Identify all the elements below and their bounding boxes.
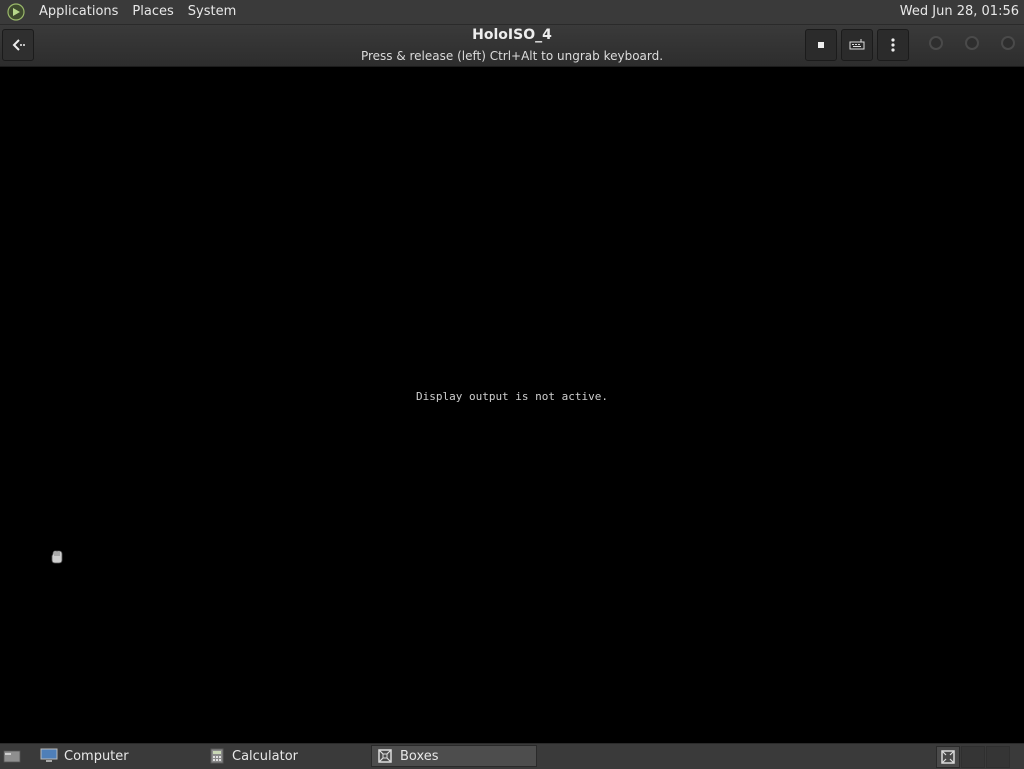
clock[interactable]: Wed Jun 28, 01:56 xyxy=(900,0,1019,24)
window-headerbar: HoloISO_4 Press & release (left) Ctrl+Al… xyxy=(0,25,1024,67)
keyboard-icon xyxy=(849,39,865,50)
keyboard-button[interactable] xyxy=(841,29,873,61)
minimize-button[interactable] xyxy=(929,36,943,50)
show-desktop-button[interactable] xyxy=(2,747,22,765)
bottom-panel: Computer Calculator Boxes xyxy=(0,743,1024,769)
stop-icon xyxy=(818,42,824,48)
taskbar-item-label: Computer xyxy=(64,748,129,764)
workspace-switcher-2[interactable] xyxy=(961,746,985,768)
menu-applications[interactable]: Applications xyxy=(32,0,125,24)
vm-status-message: Display output is not active. xyxy=(415,390,609,403)
taskbar-item-calculator[interactable]: Calculator xyxy=(204,745,370,767)
close-button[interactable] xyxy=(1001,36,1015,50)
maximize-button[interactable] xyxy=(965,36,979,50)
boxes-icon xyxy=(376,748,394,764)
taskbar-item-computer[interactable]: Computer xyxy=(36,745,202,767)
grab-cursor-icon xyxy=(51,550,63,564)
computer-icon xyxy=(40,748,58,764)
vm-display[interactable]: Display output is not active. xyxy=(0,67,1024,743)
taskbar-item-label: Calculator xyxy=(232,748,299,764)
menu-icon xyxy=(891,38,895,52)
distro-logo-icon[interactable] xyxy=(6,2,26,22)
taskbar-item-boxes[interactable]: Boxes xyxy=(371,745,537,767)
menu-system[interactable]: System xyxy=(181,0,243,24)
menu-places[interactable]: Places xyxy=(125,0,180,24)
taskbar-item-label: Boxes xyxy=(400,748,439,764)
menu-button[interactable] xyxy=(877,29,909,61)
stop-button[interactable] xyxy=(805,29,837,61)
workspace-switcher-1[interactable] xyxy=(936,746,960,768)
calculator-icon xyxy=(208,748,226,764)
show-desktop-icon xyxy=(3,750,21,763)
workspace-boxes-icon xyxy=(941,750,955,764)
top-panel: Applications Places System Wed Jun 28, 0… xyxy=(0,0,1024,25)
workspace-switcher-3[interactable] xyxy=(986,746,1010,768)
